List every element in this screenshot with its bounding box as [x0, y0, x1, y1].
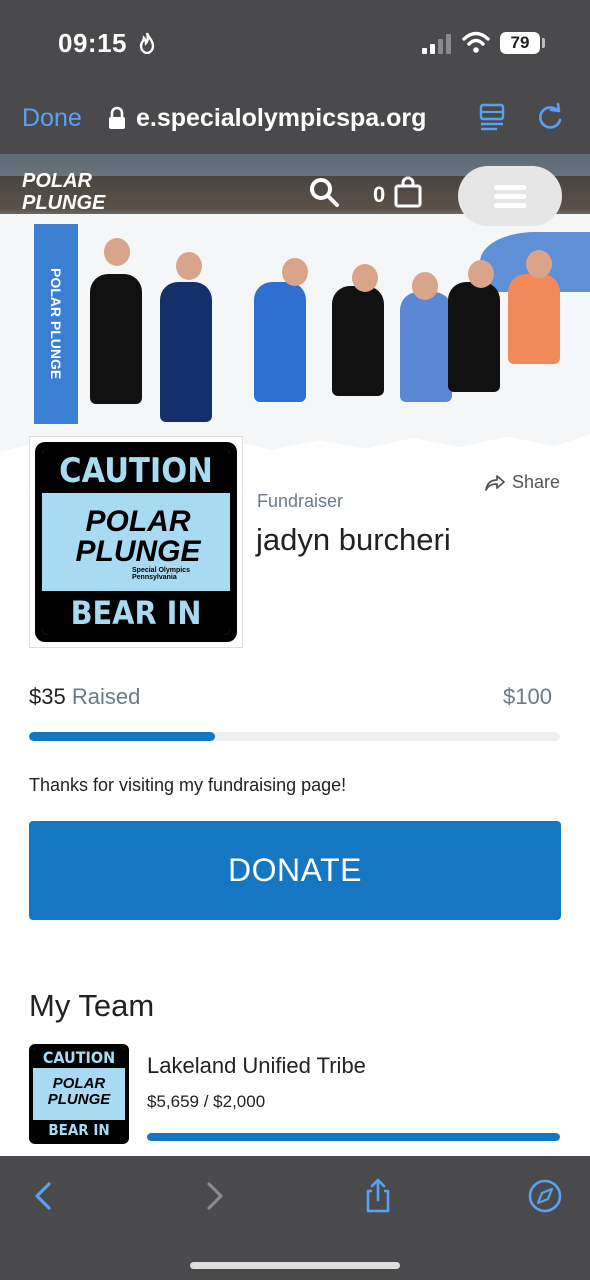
team-amount: $5,659 / $2,000 — [147, 1092, 266, 1111]
goal-amount: $100 — [503, 684, 552, 709]
home-indicator[interactable] — [190, 1262, 400, 1269]
site-logo[interactable]: POLAR PLUNGE — [22, 170, 118, 226]
web-page: POLAR PLUNGE POLAR PLUNGE 0 CAUTION POLA… — [0, 154, 590, 1156]
hero-person-head — [282, 258, 308, 286]
cart-count[interactable]: 0 — [373, 182, 385, 208]
reload-icon[interactable] — [536, 102, 564, 132]
donate-button[interactable]: DONATE — [29, 821, 561, 920]
hero-person-head — [176, 252, 202, 280]
hero-person-head — [468, 260, 494, 288]
browser-bar: Done e.specialolympicspa.org — [0, 88, 590, 154]
forward-icon[interactable] — [196, 1178, 232, 1214]
done-button[interactable]: Done — [22, 104, 82, 133]
hero-person-head — [104, 238, 130, 266]
team-name-link[interactable]: Lakeland Unified Tribe — [147, 1053, 366, 1079]
hero-banner-image: POLAR PLUNGE POLAR PLUNGE 0 — [0, 154, 590, 466]
team-sign-bottom: BEAR IN AREA — [33, 1120, 125, 1140]
hero-person — [254, 282, 306, 402]
fundraiser-avatar: CAUTION POLAR PLUNGE Special Olympics Pe… — [29, 436, 243, 648]
search-icon[interactable] — [308, 176, 340, 208]
wifi-icon — [462, 31, 490, 53]
battery-tip — [542, 38, 545, 48]
fundraising-progress-bar — [29, 732, 560, 741]
menu-icon-bar — [494, 185, 526, 190]
sign-small-text: Special Olympics Pennsylvania — [132, 567, 190, 581]
hero-person-head — [412, 272, 438, 300]
hero-polar-plunge-banner: POLAR PLUNGE — [34, 224, 78, 424]
hero-person — [400, 292, 452, 402]
team-progress-bar — [147, 1133, 560, 1141]
url-field[interactable]: e.specialolympicspa.org — [136, 104, 426, 133]
hero-person — [90, 274, 142, 404]
fundraiser-role: Fundraiser — [257, 491, 344, 511]
share-link[interactable]: Share — [484, 472, 560, 493]
sign-logo-text: POLAR PLUNGE — [75, 505, 201, 568]
battery-icon: 79 — [500, 32, 540, 54]
caution-sign-face: CAUTION POLAR PLUNGE Special Olympics Pe… — [42, 449, 230, 635]
reader-icon[interactable] — [478, 102, 506, 132]
share-icon[interactable] — [360, 1178, 396, 1214]
share-arrow-icon — [485, 474, 505, 491]
team-sign-logo: POLAR PLUNGE — [47, 1075, 111, 1108]
team-progress-fill — [147, 1133, 560, 1141]
hero-person — [448, 282, 500, 392]
back-icon[interactable] — [26, 1178, 62, 1214]
fundraiser-name: jadyn burcheri — [256, 522, 451, 557]
sign-bottom-text: BEAR IN AREA — [42, 591, 230, 635]
team-heading: My Team — [29, 988, 155, 1023]
fundraiser-message: Thanks for visiting my fundraising page! — [29, 775, 347, 795]
status-time: 09:15 — [58, 28, 127, 58]
sign-top-text: CAUTION — [42, 449, 230, 493]
menu-button[interactable] — [458, 166, 562, 226]
cart-icon[interactable] — [393, 176, 423, 208]
status-bar: 09:15 79 — [0, 0, 590, 88]
lock-icon — [109, 106, 125, 129]
raised-amount: $35 — [29, 684, 66, 709]
team-sign-top: CAUTION — [33, 1048, 125, 1068]
share-label: Share — [511, 472, 560, 492]
fundraising-progress-fill — [29, 732, 215, 741]
hero-person-head — [352, 264, 378, 292]
hero-person — [508, 274, 560, 364]
compass-icon[interactable] — [527, 1178, 563, 1214]
raised-summary: $35 Raised — [29, 684, 140, 710]
menu-icon-bar — [494, 194, 526, 199]
raised-label: Raised — [71, 684, 141, 709]
team-avatar[interactable]: CAUTION POLAR PLUNGE BEAR IN AREA — [29, 1044, 129, 1144]
team-sign-face: CAUTION POLAR PLUNGE BEAR IN AREA — [33, 1048, 125, 1140]
flame-icon — [139, 32, 155, 54]
hero-person — [332, 286, 384, 396]
hero-person-head — [526, 250, 552, 278]
menu-icon-bar — [494, 203, 526, 208]
hero-person — [160, 282, 212, 422]
signal-icon — [422, 34, 451, 54]
caution-sign-image: CAUTION POLAR PLUNGE Special Olympics Pe… — [35, 442, 237, 642]
